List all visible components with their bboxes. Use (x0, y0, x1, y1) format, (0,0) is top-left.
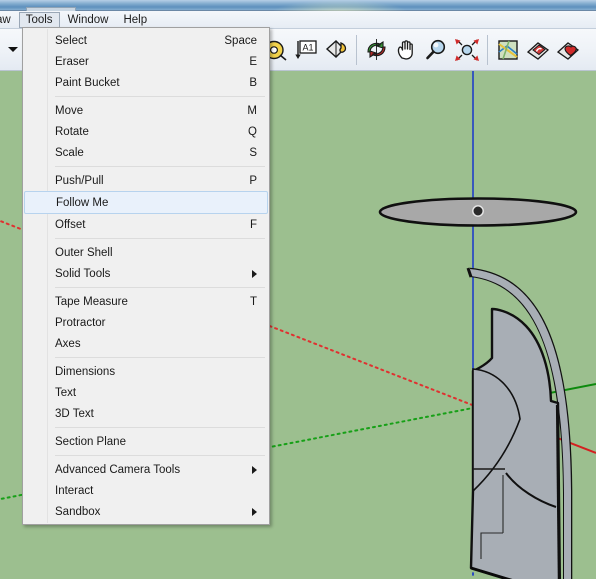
menu-item-label: Select (55, 34, 87, 47)
menu-item-label: Push/Pull (55, 174, 104, 187)
menu-separator (55, 238, 265, 239)
menu-item-eraser[interactable]: Eraser E (23, 51, 269, 72)
toolbar-zoom-extents-button[interactable] (452, 33, 482, 67)
menu-item-label: Axes (55, 337, 81, 350)
menu-item-accelerator: P (249, 174, 257, 187)
menu-item-tape-measure[interactable]: Tape Measure T (23, 291, 269, 312)
model-center-point (472, 205, 484, 217)
menu-item-label: Tape Measure (55, 295, 128, 308)
chevron-right-icon (252, 269, 257, 278)
menubar-window[interactable]: Window (61, 12, 116, 28)
menu-item-label: Advanced Camera Tools (55, 463, 181, 476)
menubar-draw[interactable]: aw (0, 12, 18, 28)
menu-item-interact[interactable]: Interact (23, 480, 269, 501)
menu-item-rotate[interactable]: Rotate Q (23, 121, 269, 142)
zoom-extents-icon (455, 38, 479, 61)
menu-item-select[interactable]: Select Space (23, 30, 269, 51)
menu-item-accelerator: B (249, 76, 257, 89)
orbit-icon (367, 38, 386, 60)
menu-item-label: Interact (55, 484, 94, 497)
menu-item-offset[interactable]: Offset F (23, 214, 269, 235)
menu-item-accelerator: T (249, 295, 257, 308)
tools-dropdown-menu[interactable]: Select Space Eraser E Paint Bucket B Move M Rota… (22, 27, 270, 525)
menu-item-label: Follow Me (56, 196, 109, 209)
menu-separator (55, 357, 265, 358)
magnifier-icon (426, 39, 446, 59)
menu-item-protractor[interactable]: Protractor (23, 312, 269, 333)
menu-item-label: Scale (55, 146, 84, 159)
chevron-right-icon (252, 465, 257, 474)
menu-item-label: Solid Tools (55, 267, 111, 280)
menu-item-label: Sandbox (55, 505, 101, 518)
toolbar-pan-button[interactable] (392, 33, 422, 67)
menubar-help[interactable]: Help (116, 12, 154, 28)
menu-separator (55, 455, 265, 456)
toolbar-separator-1 (356, 34, 357, 65)
menu-item-label: Paint Bucket (55, 76, 120, 89)
menu-item-section-plane[interactable]: Section Plane (23, 431, 269, 452)
menu-separator (55, 96, 265, 97)
photo-texture-icon (526, 41, 550, 60)
toolbar-dimension-button[interactable]: A1 (291, 33, 321, 67)
toolbar-add-location-button[interactable] (493, 33, 523, 67)
share-model-icon (556, 41, 580, 60)
menu-item-label: Move (55, 104, 84, 117)
menu-item-label: 3D Text (55, 407, 94, 420)
toolbar-paint-bucket-button[interactable] (321, 33, 351, 67)
menu-item-label: Offset (55, 218, 86, 231)
sketchup-window: aw Tools Window Help A1 (0, 0, 596, 579)
menu-item-outer-shell[interactable]: Outer Shell (23, 242, 269, 263)
window-title-bar (0, 0, 596, 11)
toolbar-orbit-button[interactable] (362, 33, 392, 67)
menu-separator (55, 166, 265, 167)
menu-item-sandbox[interactable]: Sandbox (23, 501, 269, 522)
dimension-icon: A1 (295, 39, 317, 59)
menu-item-accelerator: Q (248, 125, 257, 138)
chevron-down-icon (8, 47, 18, 52)
chevron-right-icon (252, 507, 257, 516)
svg-text:A1: A1 (302, 42, 313, 52)
menu-item-label: Text (55, 386, 77, 399)
menu-item-axes[interactable]: Axes (23, 333, 269, 354)
menu-item-accelerator: Space (224, 34, 257, 47)
menu-separator (55, 287, 265, 288)
paint-bucket-icon (325, 39, 347, 58)
menu-item-label: Rotate (55, 125, 89, 138)
menu-item-accelerator: E (249, 55, 257, 68)
menu-item-dimensions[interactable]: Dimensions (23, 361, 269, 382)
menu-item-paint-bucket[interactable]: Paint Bucket B (23, 72, 269, 93)
menu-item-accelerator: S (249, 146, 257, 159)
menu-item-label: Outer Shell (55, 246, 113, 259)
menu-item-label: Section Plane (55, 435, 126, 448)
menu-item-label: Dimensions (55, 365, 116, 378)
tools-menu-list: Select Space Eraser E Paint Bucket B Move M Rota… (23, 30, 269, 522)
menu-item-advanced-camera-tools[interactable]: Advanced Camera Tools (23, 459, 269, 480)
menu-item-scale[interactable]: Scale S (23, 142, 269, 163)
pan-hand-icon (397, 39, 413, 60)
menu-item-follow-me[interactable]: Follow Me (24, 191, 268, 214)
menu-separator (55, 427, 265, 428)
menu-item-3d-text[interactable]: 3D Text (23, 403, 269, 424)
toolbar-zoom-button[interactable] (422, 33, 452, 67)
toolbar-separator-2 (487, 34, 488, 65)
menu-item-label: Eraser (55, 55, 89, 68)
menu-item-push-pull[interactable]: Push/Pull P (23, 170, 269, 191)
menu-item-accelerator: F (249, 218, 257, 231)
toolbar-photo-texture-button[interactable] (523, 33, 553, 67)
map-icon (498, 39, 518, 60)
toolbar-share-model-button[interactable] (553, 33, 583, 67)
title-bar-glow (270, 0, 410, 11)
menu-item-text[interactable]: Text (23, 382, 269, 403)
menu-item-move[interactable]: Move M (23, 100, 269, 121)
menu-item-solid-tools[interactable]: Solid Tools (23, 263, 269, 284)
menu-item-accelerator: M (247, 104, 257, 117)
menubar-tools[interactable]: Tools (18, 11, 60, 28)
menu-item-label: Protractor (55, 316, 106, 329)
